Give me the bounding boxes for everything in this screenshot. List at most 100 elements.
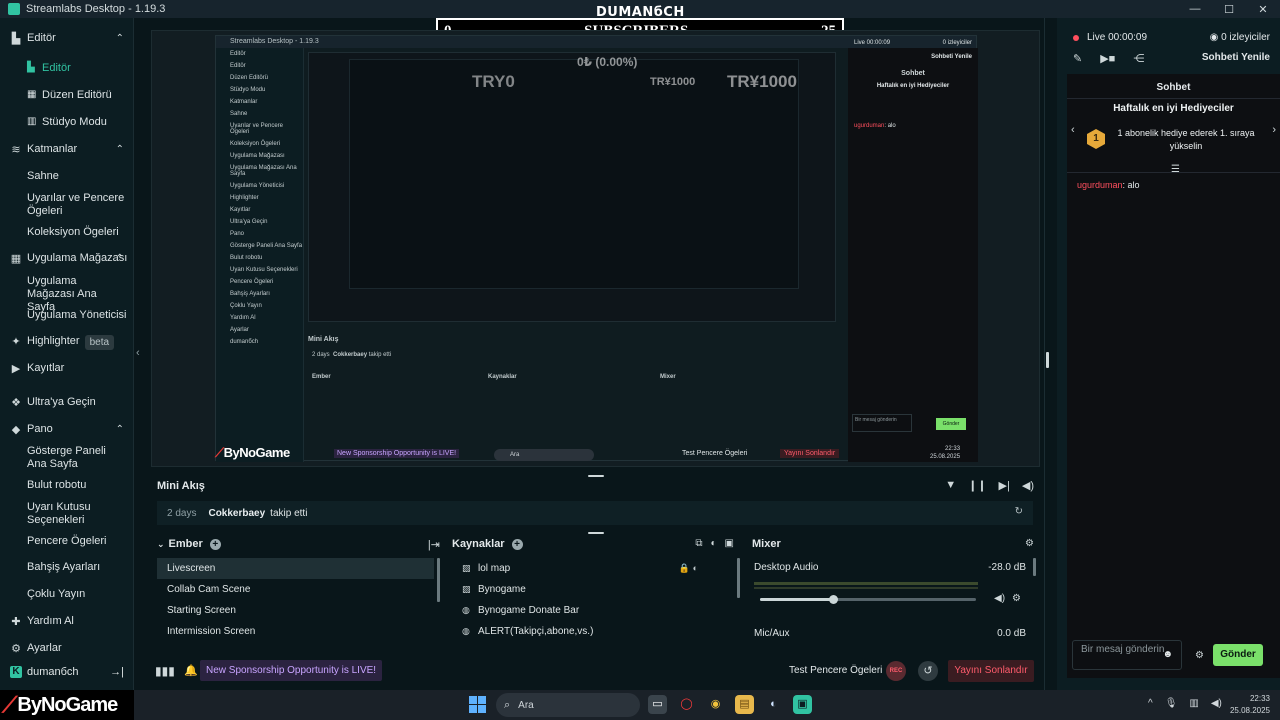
volume-icon[interactable]: ◀) — [994, 593, 1005, 604]
tray-chevron-icon[interactable]: ^ — [1148, 698, 1153, 709]
close-button[interactable]: ✕ — [1246, 0, 1280, 18]
logout-icon[interactable]: →| — [110, 666, 124, 678]
hide-icon[interactable]: ◐ — [711, 538, 717, 549]
chevron-down-icon[interactable]: ⌄ — [157, 539, 165, 550]
edit-icon[interactable]: ✎ — [1073, 52, 1082, 65]
sidebar-item-13[interactable]: ❖ Ultra'ya Geçin — [0, 396, 134, 409]
panel-divider-handle[interactable] — [1046, 352, 1049, 368]
taskbar-clock[interactable]: 22:33 25.08.2025 — [1228, 693, 1270, 717]
sidebar-item-20[interactable]: Çoklu Yayın — [0, 588, 134, 601]
pause-icon[interactable]: ❙❙ — [968, 479, 986, 492]
mixer-scrollbar[interactable] — [1033, 558, 1036, 576]
sidebar-item-5[interactable]: Sahne — [0, 170, 134, 183]
mixer-panel: Mixer ⚙ Desktop Audio -28.0 dB ◀) ⚙ Mic/A… — [746, 534, 1038, 646]
sidebar-item-14[interactable]: ◆ Pano ⌃ — [0, 423, 134, 436]
chevron-up-icon[interactable]: ⌃ — [116, 252, 124, 265]
desktop-audio-slider-knob[interactable] — [829, 595, 839, 604]
scene-item[interactable]: Livescreen — [157, 558, 434, 579]
filter-lines-icon[interactable]: ☰ — [1171, 164, 1180, 175]
mixer-settings-icon[interactable]: ⚙ — [1025, 538, 1034, 549]
collapse-sidebar-icon[interactable]: ‹ — [136, 347, 140, 359]
user-row[interactable]: K dumanбch →| — [0, 662, 134, 682]
chevron-up-icon[interactable]: ⌃ — [116, 423, 124, 436]
share-icon[interactable]: ⋲ — [1133, 52, 1144, 65]
sidebar-item-11[interactable]: ✦ Highlighter beta — [0, 335, 134, 350]
record-button[interactable]: REC — [886, 661, 906, 681]
chevron-up-icon[interactable]: ⌃ — [116, 32, 124, 45]
taskbar-search[interactable]: ⌕ Ara — [496, 693, 640, 717]
sidebar-item-15[interactable]: Gösterge Paneli Ana Sayfa — [0, 445, 134, 471]
add-scene-icon[interactable]: + — [209, 538, 221, 550]
scene-item[interactable]: Starting Screen — [157, 600, 434, 621]
sidebar-item-1[interactable]: ▙ Editör — [0, 62, 134, 75]
sidebar-item-16[interactable]: Bulut robotu — [0, 479, 134, 492]
add-source-icon[interactable]: + — [511, 538, 523, 550]
opera-icon[interactable]: ◯ — [677, 695, 696, 714]
sidebar-item-8[interactable]: ▦ Uygulama Mağazası ⌃ — [0, 252, 134, 265]
mute-icon[interactable]: ◀) — [1022, 479, 1034, 492]
maximize-button[interactable]: ☐ — [1212, 0, 1246, 18]
eye-icon: ◉ — [1209, 32, 1222, 43]
speaker-icon[interactable]: ◀) — [1211, 698, 1222, 709]
chat-settings-icon[interactable]: ⚙ — [1195, 650, 1204, 661]
steam-icon[interactable]: ◐ — [764, 695, 783, 714]
sources-scrollbar[interactable] — [737, 558, 740, 598]
chrome-icon[interactable]: ◉ — [706, 695, 725, 714]
notification-bell-icon[interactable]: 🔔 — [184, 664, 198, 677]
network-icon[interactable]: ▥ — [1189, 698, 1198, 709]
streamlabs-taskbar-icon[interactable]: ▣ — [793, 695, 812, 714]
scene-item[interactable]: Collab Cam Scene — [157, 579, 434, 600]
sidebar-item-21[interactable]: ✚ Yardım Al — [0, 615, 134, 628]
performance-stats-icon[interactable]: ▮▮▮ — [155, 664, 175, 678]
camera-icon[interactable]: ▶■ — [1100, 52, 1115, 65]
replay-buffer-button[interactable]: ↺ — [918, 661, 938, 681]
sidebar-item-10[interactable]: Uygulama Yöneticisi — [0, 309, 134, 322]
audio-settings-icon[interactable]: ⚙ — [1012, 593, 1021, 604]
file-explorer-icon[interactable]: ▤ — [735, 695, 754, 714]
chat-message-user[interactable]: ugurduman — [1077, 180, 1123, 190]
sidebar-item-4[interactable]: ≋ Katmanlar ⌃ — [0, 143, 134, 156]
source-item[interactable]: ◍ ALERT(Takipçi,abone,vs.) — [452, 621, 734, 642]
test-widgets-button[interactable]: Test Pencere Ögeleri — [789, 665, 882, 676]
stream-preview[interactable]: Streamlabs Desktop - 1.19.3 Editör Editör… — [151, 30, 1040, 467]
sidebar-item-label: Uygulama Mağazası — [27, 252, 128, 264]
sidebar-item-7[interactable]: Koleksiyon Ögeleri — [0, 226, 134, 239]
end-stream-button[interactable]: Yayını Sonlandır — [948, 660, 1034, 682]
sidebar-item-17[interactable]: Uyarı Kutusu Seçenekleri — [0, 501, 134, 527]
next-arrow-icon[interactable]: › — [1272, 124, 1276, 136]
sidebar-item-3[interactable]: ▥ Stüdyo Modu — [0, 116, 134, 129]
sponsorship-notification[interactable]: New Sponsorship Opportunity is LIVE! — [200, 660, 383, 681]
sidebar-item-22[interactable]: ⚙ Ayarlar — [0, 642, 134, 655]
desktop-audio-slider[interactable] — [760, 595, 976, 604]
refresh-chat-button[interactable]: Sohbeti Yenile — [1202, 52, 1270, 63]
chat-input[interactable]: Bir mesaj gönderin ☻ — [1072, 640, 1182, 670]
chevron-up-icon[interactable]: ⌃ — [116, 143, 124, 156]
filter-icon[interactable]: ▼ — [945, 479, 956, 492]
task-view-icon[interactable]: ▭ — [648, 695, 667, 714]
skip-icon[interactable]: ▶| — [999, 479, 1010, 492]
lock-visibility-icon[interactable]: 🔒 ◐ — [679, 563, 698, 574]
source-item[interactable]: ◍ Bynogame Donate Bar — [452, 600, 734, 621]
emoji-icon[interactable]: ☻ — [1162, 649, 1173, 661]
sources-title: Kaynaklar — [452, 538, 505, 550]
sidebar-item-2[interactable]: ▦ Düzen Editörü — [0, 89, 134, 102]
repeat-alert-icon[interactable]: ↻ — [1015, 506, 1023, 517]
nested-sidebar-item: Kayıtlar — [230, 207, 251, 213]
sidebar-item-19[interactable]: Bahşiş Ayarları — [0, 561, 134, 574]
scene-transition-icon[interactable]: |⇥ — [428, 538, 440, 551]
source-item[interactable]: ▨ lol map 🔒 ◐ — [452, 558, 734, 579]
windows-start-icon[interactable] — [469, 696, 486, 713]
sidebar-item-18[interactable]: Pencere Ögeleri — [0, 535, 134, 548]
scene-item[interactable]: Intermission Screen — [157, 621, 434, 642]
microphone-icon[interactable]: 🎙 — [1165, 698, 1178, 709]
sidebar-item-0[interactable]: ▙ Editör ⌃ — [0, 32, 134, 45]
folder-icon[interactable]: ▣ — [725, 538, 734, 549]
group-icon[interactable]: ⧉ — [695, 538, 702, 549]
scenes-scrollbar[interactable] — [437, 558, 440, 602]
prev-arrow-icon[interactable]: ‹ — [1071, 124, 1075, 136]
minimize-button[interactable]: — — [1178, 0, 1212, 18]
source-item[interactable]: ▨ Bynogame — [452, 579, 734, 600]
sidebar-item-12[interactable]: ▶ Kayıtlar — [0, 362, 134, 375]
sidebar-item-6[interactable]: Uyarılar ve Pencere Ögeleri — [0, 192, 134, 218]
send-button[interactable]: Gönder — [1213, 644, 1263, 666]
